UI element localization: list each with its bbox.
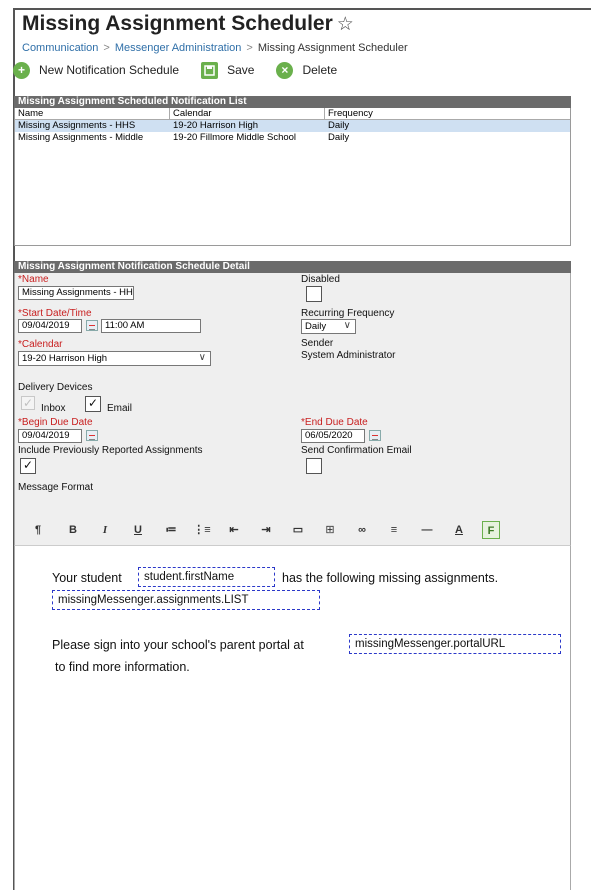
save-button[interactable]: Save: [201, 61, 255, 79]
list-cell-calendar: 19-20 Fillmore Middle School: [173, 132, 297, 143]
disabled-checkbox[interactable]: [306, 286, 322, 302]
breadcrumb-messenger-administration[interactable]: Messenger Administration: [115, 42, 242, 54]
sender-label: Sender: [301, 338, 334, 349]
disabled-label: Disabled: [301, 274, 340, 285]
inbox-label: Inbox: [41, 403, 66, 414]
name-label: *Name: [18, 274, 49, 285]
breadcrumb-separator-icon: >: [246, 42, 253, 54]
italic-icon[interactable]: I: [97, 521, 113, 539]
email-checkbox[interactable]: ✓: [85, 396, 101, 412]
list-cell-frequency: Daily: [328, 120, 350, 131]
list-column-headers: Name Calendar Frequency: [15, 108, 570, 120]
new-notification-schedule-button[interactable]: + New Notification Schedule: [13, 61, 180, 79]
sender-value: System Administrator: [301, 350, 396, 361]
paragraph-icon[interactable]: ¶: [30, 521, 46, 539]
start-time-input[interactable]: 11:00 AM: [101, 319, 201, 333]
save-label: Save: [227, 63, 255, 77]
list-cell-frequency: Daily: [328, 132, 350, 143]
message-editor[interactable]: Your student student.firstName has the f…: [14, 546, 571, 890]
begin-due-date-label: *Begin Due Date: [18, 417, 93, 428]
inbox-checkbox: ✓: [21, 396, 35, 410]
breadcrumb-separator-icon: >: [103, 42, 110, 54]
include-previously-reported-label: Include Previously Reported Assignments: [18, 445, 203, 456]
table-icon[interactable]: ⊞: [321, 521, 339, 539]
message-line1-start: Your student: [52, 571, 122, 585]
breadcrumb-communication[interactable]: Communication: [22, 42, 98, 54]
send-confirmation-email-label: Send Confirmation Email: [301, 445, 412, 456]
chevron-down-icon: ∨: [198, 352, 206, 363]
scheduled-list-header: Missing Assignment Scheduled Notificatio…: [14, 96, 571, 108]
horizontal-rule-icon[interactable]: —: [418, 521, 436, 539]
breadcrumb: Communication > Messenger Administration > M…: [22, 42, 408, 54]
calendar-picker-icon[interactable]: [86, 430, 98, 441]
message-format-label: Message Format: [18, 482, 94, 493]
list-row[interactable]: Missing Assignments - HHS 19-20 Harrison…: [15, 120, 570, 132]
delete-button[interactable]: × Delete: [276, 61, 338, 79]
format-toolbar: ¶ B I U ≔ ⋮≡ ⇤ ⇥ ▭ ⊞ ∞ ≡ — A F: [14, 516, 571, 546]
underline-icon[interactable]: U: [130, 521, 146, 539]
message-line1-end: has the following missing assignments.: [282, 571, 499, 585]
email-label: Email: [107, 403, 133, 414]
list-cell-name: Missing Assignments - Middle: [18, 132, 144, 143]
calendar-label: *Calendar: [18, 339, 63, 350]
page-title: Missing Assignment Scheduler ☆: [22, 12, 354, 36]
list-row[interactable]: Missing Assignments - Middle 19-20 Fillm…: [15, 132, 570, 144]
begin-due-date-input[interactable]: 09/04/2019: [18, 429, 82, 443]
indent-icon[interactable]: ⇥: [257, 521, 275, 539]
new-notification-schedule-label: New Notification Schedule: [39, 63, 180, 77]
text-color-icon[interactable]: A: [451, 521, 467, 539]
schedule-detail-header: Missing Assignment Notification Schedule…: [14, 261, 571, 273]
numbered-list-icon[interactable]: ⋮≡: [193, 521, 211, 539]
link-icon[interactable]: ∞: [353, 521, 371, 539]
bullet-list-icon[interactable]: ≔: [162, 521, 180, 539]
name-input[interactable]: Missing Assignments - HHS: [18, 286, 134, 300]
column-header-calendar[interactable]: Calendar: [170, 108, 325, 119]
end-due-date-input[interactable]: 06/05/2020: [301, 429, 365, 443]
delete-icon: ×: [276, 61, 294, 79]
delivery-devices-label: Delivery Devices: [18, 382, 93, 393]
breadcrumb-current: Missing Assignment Scheduler: [257, 42, 408, 54]
chevron-down-icon: ∨: [343, 320, 351, 331]
outdent-icon[interactable]: ⇤: [225, 521, 243, 539]
field-insert-icon[interactable]: F: [482, 521, 500, 539]
column-header-name[interactable]: Name: [15, 108, 170, 119]
end-due-date-label: *End Due Date: [301, 417, 368, 428]
token-portal-url[interactable]: missingMessenger.portalURL: [349, 634, 561, 654]
schedule-detail-panel: *Name Missing Assignments - HHS Disabled…: [14, 273, 571, 517]
calendar-value: 19-20 Harrison High: [22, 353, 108, 364]
image-icon[interactable]: ▭: [289, 521, 307, 539]
action-toolbar: + New Notification Schedule Save × Delet…: [13, 59, 359, 81]
calendar-picker-icon[interactable]: [369, 430, 381, 441]
save-icon: [201, 61, 219, 79]
start-date-time-label: *Start Date/Time: [18, 308, 92, 319]
recurring-frequency-select[interactable]: Daily ∨: [301, 319, 356, 334]
scheduled-notification-list: Name Calendar Frequency Missing Assignme…: [14, 108, 571, 246]
start-date-input[interactable]: 09/04/2019: [18, 319, 82, 333]
delete-label: Delete: [302, 63, 338, 77]
list-cell-calendar: 19-20 Harrison High: [173, 120, 259, 131]
page-title-text: Missing Assignment Scheduler: [22, 12, 333, 35]
list-cell-name: Missing Assignments - HHS: [18, 120, 136, 131]
token-assignments-list[interactable]: missingMessenger.assignments.LIST: [52, 590, 320, 610]
plus-icon: +: [13, 61, 30, 79]
calendar-select[interactable]: 19-20 Harrison High ∨: [18, 351, 211, 366]
star-icon[interactable]: ☆: [337, 14, 354, 35]
recurring-frequency-label: Recurring Frequency: [301, 308, 395, 319]
calendar-picker-icon[interactable]: [86, 320, 98, 331]
recurring-frequency-value: Daily: [305, 321, 327, 332]
bold-icon[interactable]: B: [65, 521, 81, 539]
message-line2-start: Please sign into your school's parent po…: [52, 638, 304, 652]
column-header-frequency[interactable]: Frequency: [325, 108, 565, 119]
align-icon[interactable]: ≡: [385, 521, 403, 539]
include-previously-reported-checkbox[interactable]: ✓: [20, 458, 36, 474]
token-student-first-name[interactable]: student.firstName: [138, 567, 275, 587]
message-line3: to find more information.: [55, 660, 190, 674]
send-confirmation-email-checkbox[interactable]: [306, 458, 322, 474]
